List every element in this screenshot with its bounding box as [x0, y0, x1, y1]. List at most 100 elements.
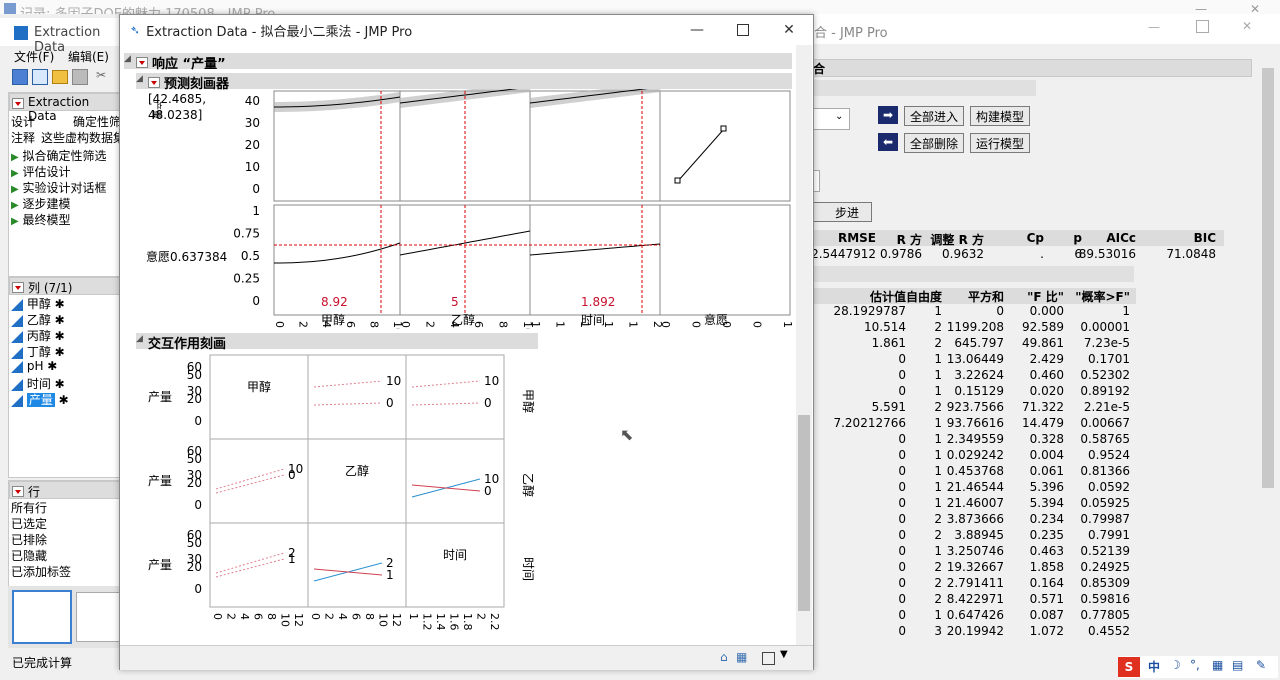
- simplified-icon[interactable]: ▤: [1232, 658, 1243, 672]
- param-row: 0 1 21.46544 5.396 0.0592: [812, 480, 1136, 496]
- arrow-left-icon[interactable]: ⬅: [878, 133, 898, 151]
- build-model-button[interactable]: 构建模型: [970, 106, 1030, 126]
- new-table-icon[interactable]: [32, 69, 48, 85]
- menu-edit[interactable]: 编辑(E): [68, 48, 109, 65]
- red-triangle-menu-icon[interactable]: [136, 57, 148, 68]
- close-button[interactable]: ✕: [766, 15, 812, 45]
- ime-toolbar: S 中 ☽ °, ▦ ▤ ✎: [1118, 656, 1278, 678]
- menu-file[interactable]: 文件(F): [14, 48, 54, 65]
- y-tick: 0: [194, 498, 202, 512]
- minimize-icon[interactable]: —: [1148, 20, 1160, 34]
- interaction-header[interactable]: ◢ 交互作用刻画: [136, 333, 538, 352]
- param-cell: 2: [934, 320, 942, 334]
- step-button[interactable]: 步进: [812, 202, 872, 222]
- profiler-cell: [529, 90, 661, 202]
- column-item[interactable]: 甲醇 ✱: [11, 295, 69, 311]
- param-row: 1.861 2 645.797 49.861 7.23e-5: [812, 336, 1136, 352]
- arrow-right-icon[interactable]: ➡: [878, 106, 898, 124]
- column-item[interactable]: 时间 ✱: [11, 375, 69, 391]
- enter-all-button[interactable]: 全部进入: [904, 106, 964, 126]
- param-cell: 0.000: [1029, 304, 1064, 318]
- new-icon[interactable]: [12, 69, 28, 85]
- param-cell: 0: [898, 352, 906, 366]
- column-item[interactable]: 乙醇 ✱: [11, 311, 69, 327]
- param-cell: 1.858: [1029, 560, 1064, 574]
- ime-logo-icon[interactable]: S: [1118, 657, 1140, 677]
- disclosure-icon[interactable]: ◢: [124, 54, 131, 64]
- stats-value-cell: 2.5447912: [811, 247, 876, 261]
- param-cell: 28.1929787: [833, 304, 906, 318]
- remove-all-button[interactable]: 全部删除: [904, 133, 964, 153]
- param-cell: 0.1701: [1088, 352, 1130, 366]
- table-panel-header[interactable]: Extraction Data: [9, 93, 121, 123]
- factor-value[interactable]: 5: [451, 295, 459, 309]
- factor-value[interactable]: 8.92: [321, 295, 348, 309]
- status-bar-text: 已完成计算: [12, 656, 73, 670]
- x-tick: 1.6: [448, 613, 461, 631]
- dropdown-icon[interactable]: ▼: [780, 649, 788, 660]
- param-row: 0 2 3.88945 0.235 0.7991: [812, 528, 1136, 544]
- y-tick: 50: [187, 536, 202, 550]
- rows-item[interactable]: 已排除: [11, 531, 71, 547]
- rows-item[interactable]: 所有行: [11, 499, 71, 515]
- param-cell: 1: [934, 304, 942, 318]
- script-item[interactable]: ▶ 实验设计对话框: [11, 179, 121, 195]
- red-triangle-menu-icon[interactable]: [148, 77, 160, 88]
- column-item[interactable]: pH ✱: [11, 359, 69, 375]
- wrench-icon[interactable]: ✎: [1256, 658, 1266, 672]
- disclosure-icon[interactable]: ◢: [136, 334, 143, 344]
- y-tick: 0.75: [233, 227, 260, 241]
- maximize-icon[interactable]: [1196, 20, 1209, 33]
- param-cell: 14.479: [1022, 416, 1064, 430]
- level-label: 0: [288, 468, 296, 482]
- home-icon[interactable]: ⌂: [720, 650, 728, 664]
- rows-item[interactable]: 已添加标签: [11, 563, 71, 579]
- main-scrollbar[interactable]: [796, 45, 812, 645]
- columns-panel-header[interactable]: 列 (7/1): [9, 277, 121, 295]
- disclosure-icon[interactable]: ◢: [136, 74, 143, 84]
- open-icon[interactable]: [52, 70, 68, 84]
- rows-item[interactable]: 已隐藏: [11, 547, 71, 563]
- keyboard-icon[interactable]: ▦: [1212, 658, 1223, 672]
- scroll-thumb[interactable]: [798, 415, 810, 611]
- script-item[interactable]: ▶ 最终模型: [11, 211, 121, 227]
- cut-icon[interactable]: ✂: [96, 68, 106, 82]
- x-tick: 0: [399, 321, 412, 328]
- param-cell: 0.020: [1029, 384, 1064, 398]
- factor-value[interactable]: 1.892: [581, 295, 615, 309]
- stopping-rule-select[interactable]: ⌄: [812, 108, 850, 130]
- column-item[interactable]: 丁醇 ✱: [11, 343, 69, 359]
- stats-value-row: 2.5447912 0.9786 0.9632 . 6 89.53016 71.…: [811, 246, 1224, 262]
- x-tick: 2: [225, 613, 238, 620]
- profiler-header[interactable]: ◢ 预测刻画器: [136, 73, 792, 92]
- minimize-button[interactable]: —: [674, 15, 720, 45]
- moon-icon[interactable]: ☽: [1170, 658, 1181, 672]
- run-model-button[interactable]: 运行模型: [970, 133, 1030, 153]
- param-cell: 1: [934, 496, 942, 510]
- table-icon[interactable]: ▦: [736, 650, 747, 664]
- punct-icon[interactable]: °,: [1190, 658, 1200, 672]
- checkbox-icon[interactable]: [762, 652, 775, 665]
- red-triangle-menu-icon[interactable]: [12, 282, 24, 293]
- response-header[interactable]: ◢ 响应 “产量”: [124, 53, 792, 72]
- red-triangle-menu-icon[interactable]: [12, 98, 24, 109]
- save-icon[interactable]: [72, 69, 88, 85]
- rows-panel-header[interactable]: 行: [9, 481, 121, 499]
- scroll-thumb[interactable]: [1262, 68, 1274, 488]
- thumbnail[interactable]: [12, 590, 72, 644]
- right-section-header[interactable]: 合: [812, 59, 1252, 77]
- thumbnail[interactable]: [76, 592, 122, 642]
- column-item[interactable]: 丙醇 ✱: [11, 327, 69, 343]
- script-item[interactable]: ▶ 评估设计: [11, 163, 121, 179]
- maximize-button[interactable]: [720, 15, 766, 45]
- script-item[interactable]: ▶ 拟合确定性筛选: [11, 147, 121, 163]
- ime-mode[interactable]: 中: [1148, 658, 1160, 675]
- param-cell: 2: [934, 400, 942, 414]
- close-icon[interactable]: ✕: [1242, 19, 1252, 33]
- red-triangle-menu-icon[interactable]: [12, 486, 24, 497]
- rows-item[interactable]: 已选定: [11, 515, 71, 531]
- script-item[interactable]: ▶ 逐步建模: [11, 195, 121, 211]
- param-cell: 5.591: [871, 400, 906, 414]
- column-item-selected[interactable]: 产量 ✱: [11, 391, 69, 407]
- right-scrollbar[interactable]: [1260, 58, 1276, 658]
